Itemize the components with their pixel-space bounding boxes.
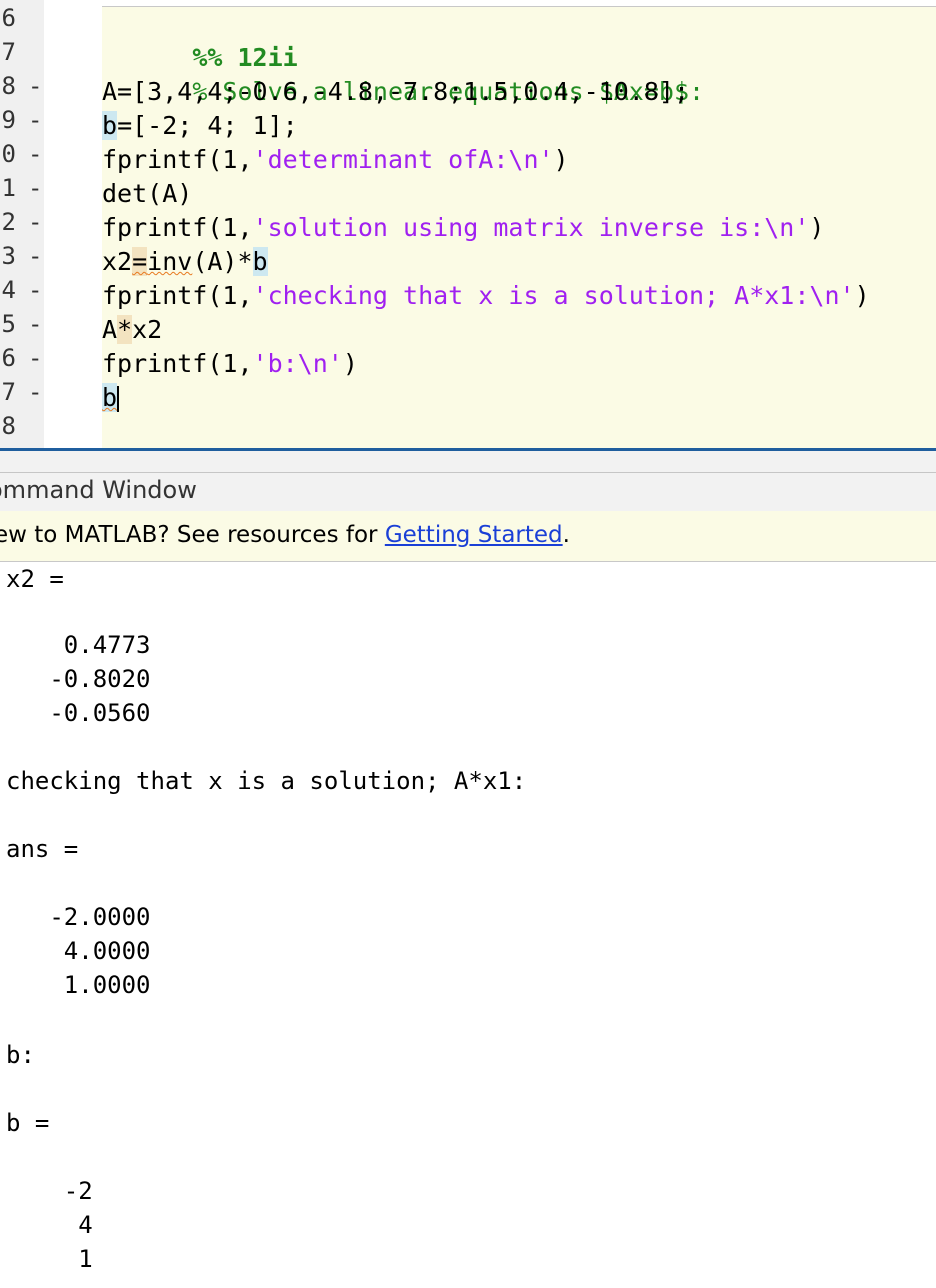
line-number: 5: [1, 310, 16, 338]
banner-period: .: [562, 522, 570, 548]
output-line: 1: [6, 1245, 93, 1273]
code-line[interactable]: fprintf(1,'b:\n'): [102, 347, 358, 381]
panel-splitter[interactable]: [0, 451, 936, 472]
code-text: x2: [102, 247, 133, 276]
code-line[interactable]: det(A): [102, 177, 192, 211]
code-line[interactable]: %% 12ii: [102, 7, 297, 72]
code-text: fprintf(1,: [102, 213, 253, 242]
panel-title: ommand Window: [0, 476, 197, 504]
breakpoint-marker[interactable]: -: [28, 106, 42, 134]
output-line: 4.0000: [6, 937, 151, 965]
breakpoint-marker[interactable]: -: [28, 208, 42, 236]
code-text: fprintf(1,: [102, 349, 253, 378]
breakpoint-marker[interactable]: -: [28, 140, 42, 168]
line-number: 9: [1, 106, 16, 134]
line-number: 2: [1, 208, 16, 236]
code-line[interactable]: fprintf(1,'determinant ofA:\n'): [102, 143, 569, 177]
code-text: fprintf(1,: [102, 281, 253, 310]
line-number-gutter: 6 7 8 - 9 - 0 - 1 - 2 - 3 - 4 - 5 - 6 - …: [0, 0, 44, 448]
getting-started-link[interactable]: Getting Started: [385, 522, 563, 548]
code-text: (A)*: [192, 247, 253, 276]
line-number: 4: [1, 276, 16, 304]
output-line: -0.0560: [6, 699, 151, 727]
breakpoint-marker[interactable]: -: [28, 310, 42, 338]
warning-highlight[interactable]: *: [117, 315, 133, 344]
code-line[interactable]: fprintf(1,'solution using matrix inverse…: [102, 211, 824, 245]
code-text: ): [809, 213, 825, 242]
output-line: b =: [6, 1109, 50, 1137]
code-line[interactable]: % Solve a linear equations $Ax=b$:: [102, 41, 704, 106]
line-number: 1: [1, 174, 16, 202]
breakpoint-marker[interactable]: -: [28, 72, 42, 100]
output-line: 1.0000: [6, 971, 151, 999]
code-text: ): [553, 145, 569, 174]
line-number: 7: [1, 378, 16, 406]
code-line[interactable]: fprintf(1,'checking that x is a solution…: [102, 279, 870, 313]
output-line: 4: [6, 1211, 93, 1239]
line-number: 8: [1, 412, 16, 440]
line-number: 8: [1, 72, 16, 100]
variable-highlight: b: [102, 111, 118, 140]
breakpoint-marker[interactable]: -: [28, 174, 42, 202]
code-text: ): [854, 281, 870, 310]
breakpoint-marker[interactable]: -: [28, 276, 42, 304]
output-line: checking that x is a solution; A*x1:: [6, 767, 527, 795]
code-area[interactable]: %% 12ii % Solve a linear equations $Ax=b…: [102, 6, 936, 449]
code-string: 'b:\n': [252, 349, 343, 378]
code-text: A: [102, 315, 118, 344]
getting-started-banner: ew to MATLAB? See resources for Getting …: [0, 511, 936, 562]
code-line[interactable]: b=[-2; 4; 1];: [102, 109, 298, 143]
code-line[interactable]: A*x2: [102, 313, 162, 347]
output-line: -2: [6, 1177, 93, 1205]
banner-text: ew to MATLAB? See resources for: [0, 522, 385, 548]
line-number: 0: [1, 140, 16, 168]
breakpoint-marker[interactable]: -: [28, 344, 42, 372]
output-line: b:: [6, 1041, 35, 1069]
line-number: 3: [1, 242, 16, 270]
variable-highlight: b: [252, 247, 268, 276]
variable-highlight: b: [102, 383, 118, 412]
code-string: 'checking that x is a solution; A*x1:\n': [252, 281, 855, 310]
output-line: ans =: [6, 835, 79, 863]
warning-highlight[interactable]: =: [132, 247, 148, 276]
line-number: 6: [1, 344, 16, 372]
code-text: ): [342, 349, 358, 378]
code-line[interactable]: b: [102, 381, 120, 415]
breakpoint-marker[interactable]: -: [28, 242, 42, 270]
output-line: -0.8020: [6, 665, 151, 693]
code-text: =[-2; 4; 1];: [117, 111, 298, 140]
text-cursor: [117, 386, 120, 412]
line-number: 7: [1, 38, 16, 66]
code-line[interactable]: A=[3,4,4;-0.6,-4.8,-7.8;1.5,0.4,-10.8];: [102, 75, 689, 109]
warning-underline[interactable]: inv: [147, 247, 192, 276]
code-line[interactable]: x2=inv(A)*b: [102, 245, 268, 279]
line-number: 6: [1, 4, 16, 32]
code-text: x2: [132, 315, 163, 344]
output-line: 0.4773: [6, 631, 151, 659]
code-string: 'solution using matrix inverse is:\n': [252, 213, 810, 242]
code-string: 'determinant ofA:\n': [252, 145, 554, 174]
code-editor[interactable]: 6 7 8 - 9 - 0 - 1 - 2 - 3 - 4 - 5 - 6 - …: [0, 0, 936, 449]
breakpoint-marker[interactable]: -: [28, 378, 42, 406]
output-line: -2.0000: [6, 903, 151, 931]
code-text: fprintf(1,: [102, 145, 253, 174]
output-line: x2 =: [6, 565, 64, 593]
command-window-header[interactable]: ommand Window: [0, 472, 936, 512]
